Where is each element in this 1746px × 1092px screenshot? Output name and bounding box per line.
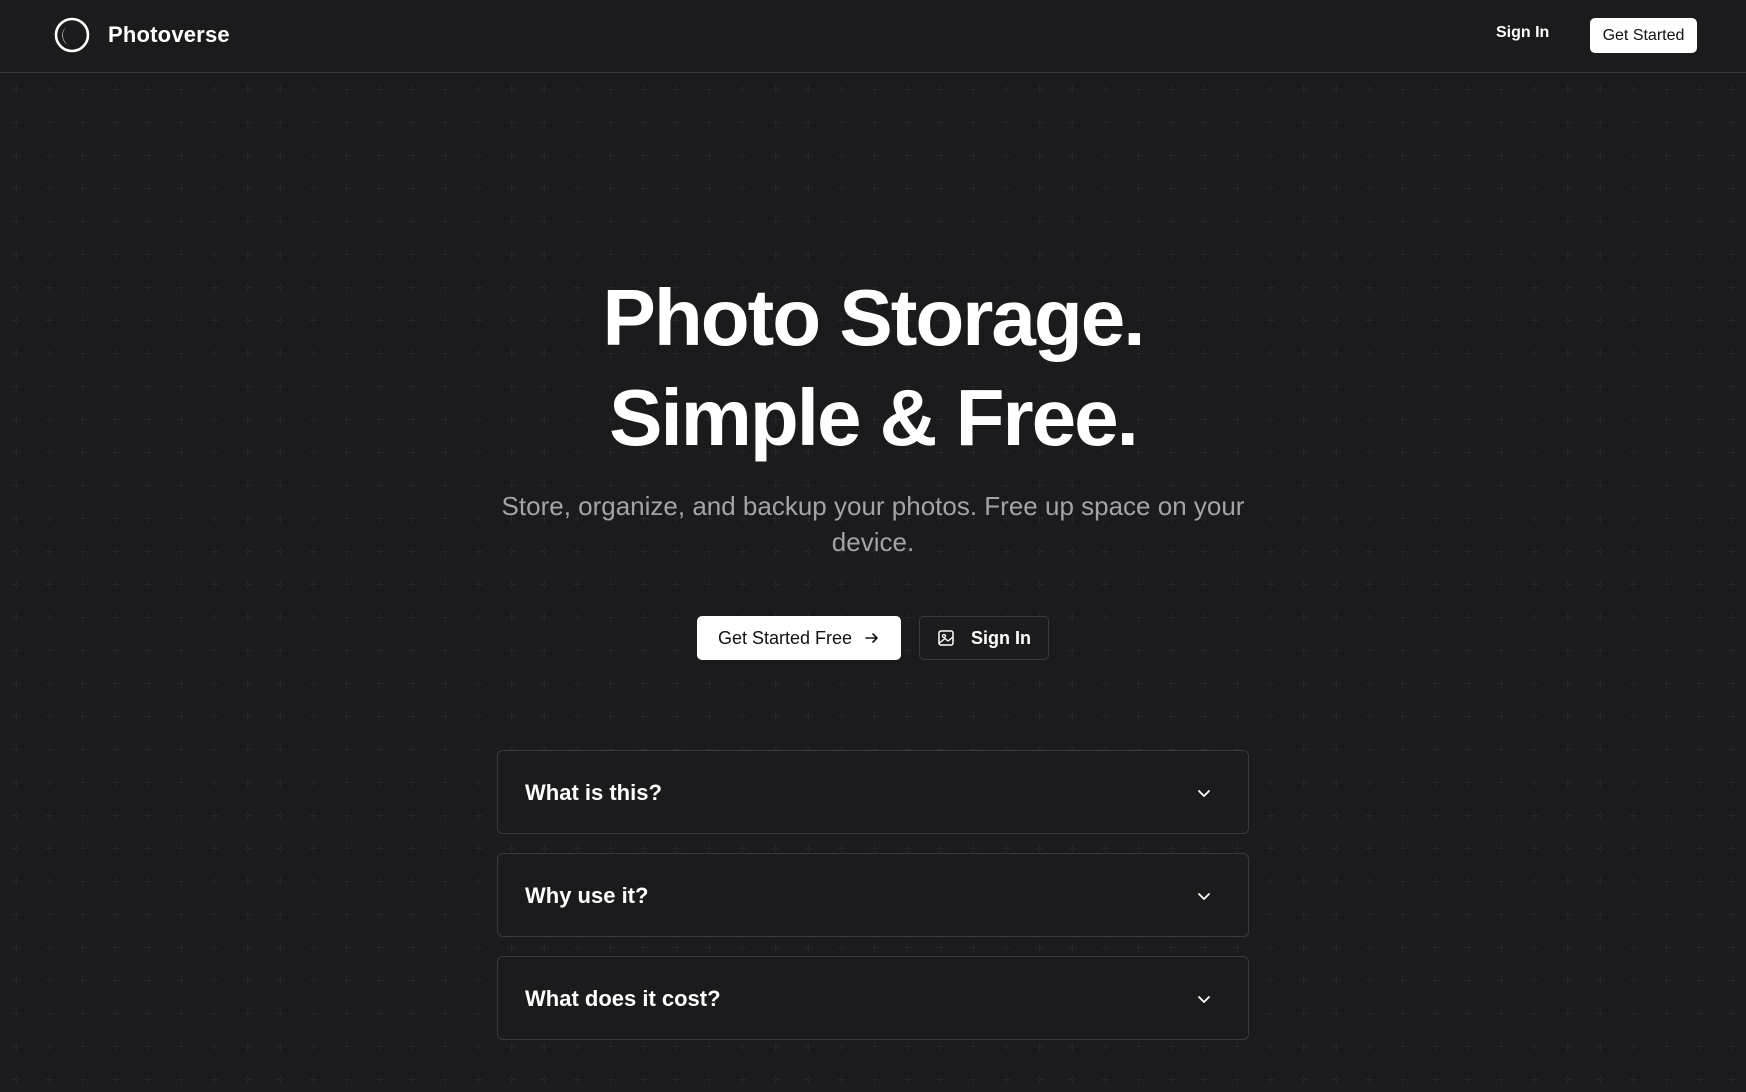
faq-accordion: What is this? Why use it? What does it c…: [497, 750, 1249, 1059]
get-started-free-button[interactable]: Get Started Free: [697, 616, 901, 660]
landing-page: Photoverse Sign In Get Started Photo Sto…: [0, 0, 1746, 1092]
top-nav: Photoverse Sign In Get Started: [0, 0, 1746, 73]
chevron-down-icon: [1198, 893, 1210, 900]
logo-ring-icon: [54, 17, 90, 53]
faq-item-what-is-this[interactable]: What is this?: [497, 750, 1249, 834]
brand-name: Photoverse: [108, 22, 230, 47]
faq-item-what-does-it-cost[interactable]: What does it cost?: [497, 956, 1249, 1040]
brand[interactable]: Photoverse: [54, 17, 230, 53]
faq-item-why-use-it[interactable]: Why use it?: [497, 853, 1249, 937]
hero-subtitle: Store, organize, and backup your photos.…: [501, 491, 1245, 557]
chevron-down-icon: [1198, 790, 1210, 797]
hero-title-line-2: Simple & Free.: [609, 373, 1139, 462]
chevron-down-icon: [1198, 996, 1210, 1003]
nav-sign-in-link[interactable]: Sign In: [1496, 24, 1549, 42]
sign-in-label: Sign In: [971, 627, 1031, 648]
faq-question: What is this?: [525, 780, 662, 805]
get-started-free-label: Get Started Free: [717, 627, 853, 648]
sign-in-button[interactable]: Sign In: [919, 616, 1049, 660]
nav-get-started-button[interactable]: Get Started: [1590, 18, 1697, 53]
image-icon: [938, 630, 954, 646]
arrow-right-icon: [865, 633, 878, 643]
faq-question: What does it cost?: [525, 986, 721, 1011]
hero-title-line-1: Photo Storage.: [602, 273, 1146, 362]
faq-question: Why use it?: [525, 883, 649, 908]
hero-title: Photo Storage. Simple & Free.: [0, 268, 1746, 468]
